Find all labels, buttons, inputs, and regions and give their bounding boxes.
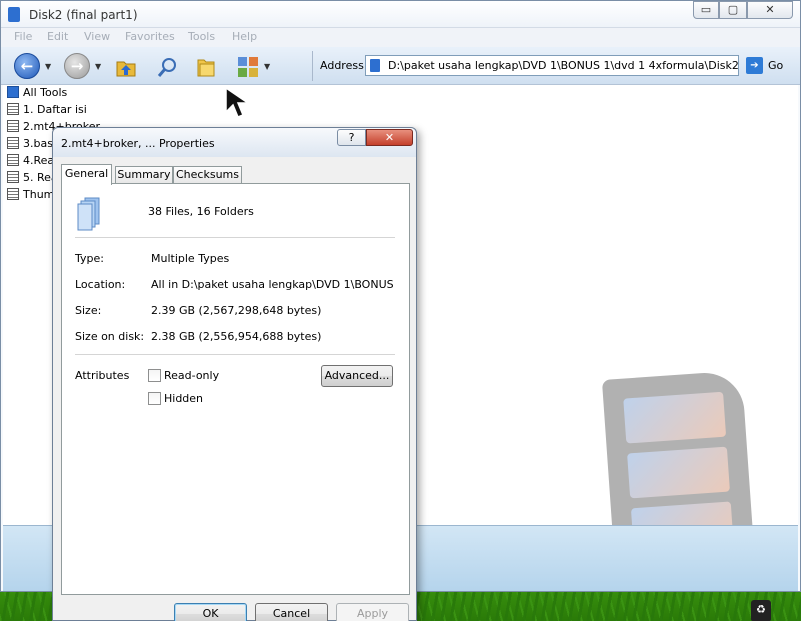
address-label: Address xyxy=(320,59,364,72)
list-item[interactable]: 3.basi xyxy=(7,137,56,153)
minimize-button[interactable]: ▭ xyxy=(693,1,719,19)
advanced-button[interactable]: Advanced... xyxy=(321,365,393,387)
views-dropdown-icon[interactable]: ▼ xyxy=(264,62,270,71)
apply-button[interactable]: Apply xyxy=(336,603,409,621)
file-icon xyxy=(7,154,19,166)
location-value: All in D:\paket usaha lengkap\DVD 1\BONU… xyxy=(151,278,396,291)
properties-dialog: 2.mt4+broker, ... Properties ? ✕ General… xyxy=(52,127,417,621)
menu-edit[interactable]: Edit xyxy=(47,30,68,43)
go-button[interactable]: ➔ Go xyxy=(746,56,796,76)
file-name: 4.Rea xyxy=(23,154,55,167)
attributes-label: Attributes xyxy=(75,369,130,382)
readonly-checkbox[interactable]: Read-only xyxy=(148,369,219,382)
multiple-files-icon xyxy=(77,197,100,231)
size-on-disk-value: 2.38 GB (2,556,954,688 bytes) xyxy=(151,330,322,343)
list-item[interactable]: 5. Rea xyxy=(7,171,58,187)
file-name: 1. Daftar isi xyxy=(23,103,87,116)
size-on-disk-label: Size on disk: xyxy=(75,330,145,343)
address-input[interactable]: D:\paket usaha lengkap\DVD 1\BONUS 1\dvd… xyxy=(365,55,739,76)
menu-help[interactable]: Help xyxy=(232,30,257,43)
tools-icon xyxy=(7,86,19,98)
forward-button[interactable]: → xyxy=(64,53,90,79)
film-frame xyxy=(627,446,730,499)
close-button[interactable]: ✕ xyxy=(747,1,793,19)
back-dropdown-icon[interactable]: ▼ xyxy=(45,62,51,71)
search-icon[interactable] xyxy=(157,56,179,78)
cancel-button[interactable]: Cancel xyxy=(255,603,328,621)
forward-arrow-icon: → xyxy=(70,57,84,75)
tab-general[interactable]: General xyxy=(61,164,112,185)
file-icon xyxy=(7,120,19,132)
file-icon xyxy=(7,103,19,115)
window-titlebar[interactable]: Disk2 (final part1) ▭ ▢ ✕ xyxy=(1,1,800,28)
menu-view[interactable]: View xyxy=(84,30,110,43)
dialog-title: 2.mt4+broker, ... Properties xyxy=(61,137,215,150)
menu-bar: File Edit View Favorites Tools Help xyxy=(1,28,800,47)
dialog-close-button[interactable]: ✕ xyxy=(366,129,413,146)
list-item[interactable]: Thum xyxy=(7,188,54,204)
divider xyxy=(75,237,395,238)
list-item[interactable]: 4.Rea xyxy=(7,154,54,170)
hidden-label: Hidden xyxy=(164,392,204,405)
folder-book-icon xyxy=(8,7,20,22)
toolbar-separator xyxy=(312,51,313,81)
menu-file[interactable]: File xyxy=(14,30,32,43)
general-tab-panel: 38 Files, 16 Folders Type: Multiple Type… xyxy=(61,183,410,595)
list-item[interactable]: All Tools xyxy=(7,86,67,102)
folders-icon[interactable] xyxy=(195,56,217,78)
back-button[interactable]: ← xyxy=(14,53,40,79)
folder-up-icon[interactable] xyxy=(115,56,137,78)
tab-summary[interactable]: Summary xyxy=(115,166,173,184)
go-arrow-icon: ➔ xyxy=(746,57,763,74)
file-name: All Tools xyxy=(23,86,68,99)
type-value: Multiple Types xyxy=(151,252,230,265)
menu-favorites[interactable]: Favorites xyxy=(125,30,175,43)
window-title: Disk2 (final part1) xyxy=(29,8,138,22)
back-arrow-icon: ← xyxy=(20,57,34,75)
mouse-cursor-icon xyxy=(225,86,251,118)
file-icon xyxy=(7,171,19,183)
size-label: Size: xyxy=(75,304,102,317)
divider xyxy=(75,354,395,355)
forward-dropdown-icon[interactable]: ▼ xyxy=(95,62,101,71)
checkbox-box[interactable] xyxy=(148,369,161,382)
views-icon[interactable] xyxy=(237,56,259,78)
tab-checksums[interactable]: Checksums xyxy=(173,166,242,184)
toolbar: ← ▼ → ▼ ▼ Address D:\paket usaha lengkap… xyxy=(1,47,800,85)
size-value: 2.39 GB (2,567,298,648 bytes) xyxy=(151,304,322,317)
hidden-checkbox[interactable]: Hidden xyxy=(148,392,203,405)
selection-summary: 38 Files, 16 Folders xyxy=(148,205,254,218)
checkbox-box[interactable] xyxy=(148,392,161,405)
ok-button[interactable]: OK xyxy=(174,603,247,621)
go-label: Go xyxy=(768,59,784,72)
file-name: Thum xyxy=(23,188,55,201)
recycle-bin-icon[interactable]: ♻ xyxy=(751,600,771,621)
file-icon xyxy=(7,137,19,149)
type-label: Type: xyxy=(75,252,104,265)
maximize-button[interactable]: ▢ xyxy=(719,1,747,19)
film-frame xyxy=(623,391,727,444)
help-button[interactable]: ? xyxy=(337,129,366,146)
location-label: Location: xyxy=(75,278,126,291)
list-item[interactable]: 1. Daftar isi xyxy=(7,103,87,119)
folder-book-icon xyxy=(370,59,380,72)
menu-tools[interactable]: Tools xyxy=(188,30,215,43)
file-icon xyxy=(7,188,19,200)
dialog-titlebar[interactable]: 2.mt4+broker, ... Properties ? ✕ xyxy=(53,128,416,157)
readonly-label: Read-only xyxy=(164,369,220,382)
address-value: D:\paket usaha lengkap\DVD 1\BONUS 1\dvd… xyxy=(388,59,739,72)
